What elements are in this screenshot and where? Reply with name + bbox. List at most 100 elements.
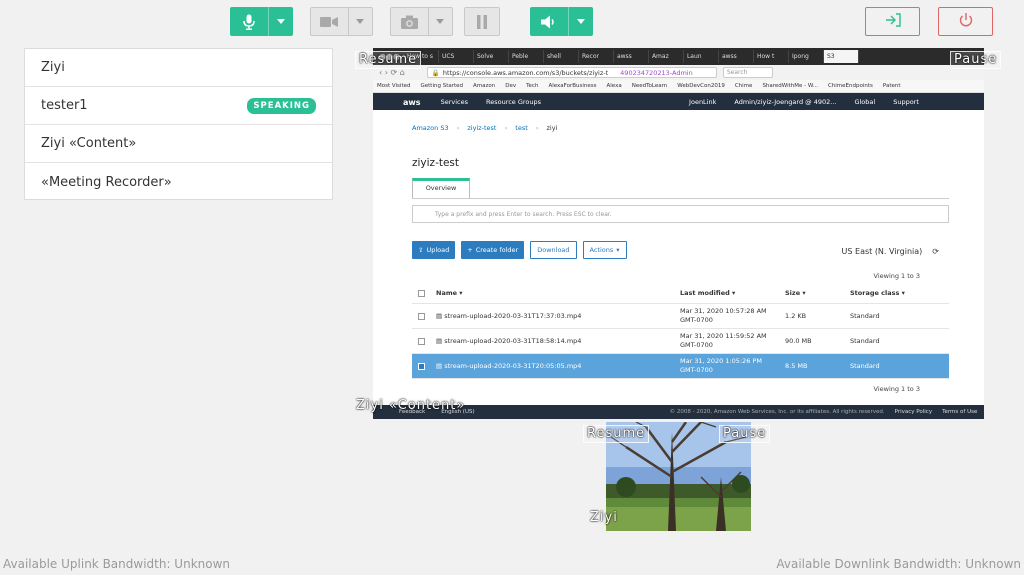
bookmark: AlexaForBusiness bbox=[548, 83, 597, 89]
speaker-options-dropdown[interactable] bbox=[568, 7, 593, 36]
pause-button[interactable] bbox=[464, 7, 500, 36]
exit-button[interactable] bbox=[865, 7, 920, 36]
share-options-dropdown[interactable] bbox=[427, 8, 452, 35]
attendee-name: tester1 bbox=[41, 98, 88, 113]
table-row: ▤ stream-upload-2020-03-31T17:37:03.mp4 … bbox=[412, 304, 949, 329]
row-checkbox bbox=[418, 312, 425, 320]
camera-icon bbox=[391, 8, 428, 35]
browser-tab: Peble bbox=[509, 50, 544, 63]
content-share-video: ●●● How to s UCS Solve Peble shell Recor… bbox=[373, 48, 984, 419]
browser-tab: Recor bbox=[579, 50, 614, 63]
chevron-down-icon bbox=[356, 19, 365, 24]
action-buttons: ⇪ Upload + Create folder Download Actions ▾ bbox=[412, 241, 633, 259]
mute-button[interactable] bbox=[230, 7, 293, 36]
viewing-count-bottom: Viewing 1 to 3 bbox=[873, 385, 920, 393]
file-modified: Mar 31, 2020 11:59:52 AM GMT-0700 bbox=[680, 332, 767, 349]
bookmark: ChimeEndpoints bbox=[827, 83, 873, 89]
bookmark: WebDevCon2019 bbox=[677, 83, 725, 89]
bookmark: Alexa bbox=[606, 83, 622, 89]
file-icon: ▤ bbox=[436, 362, 443, 370]
roster-item: «Meeting Recorder» bbox=[25, 163, 332, 201]
browser-tab: awss bbox=[614, 50, 649, 63]
browser-tab: Ipong bbox=[789, 50, 824, 63]
bookmark: Getting Started bbox=[420, 83, 464, 89]
content-pause-button[interactable]: Pause bbox=[950, 51, 1002, 69]
breadcrumb-item: ziyiz-test bbox=[467, 124, 497, 132]
roster-item: Ziyi bbox=[25, 49, 332, 87]
exit-icon bbox=[884, 12, 902, 31]
camera-button[interactable] bbox=[310, 7, 373, 36]
download-button: Download bbox=[530, 241, 577, 259]
bookmark: Tech bbox=[526, 83, 539, 89]
bookmark: Patent bbox=[882, 83, 901, 89]
bookmark: SharedWithMe - W... bbox=[762, 83, 818, 89]
file-size: 90.0 MB bbox=[785, 337, 812, 345]
chevron-down-icon bbox=[436, 19, 445, 24]
table-header: Name ▾ Last modified ▾ Size ▾ Storage cl… bbox=[412, 283, 949, 304]
table-row: ▤ stream-upload-2020-03-31T18:58:14.mp4 … bbox=[412, 329, 949, 354]
downlink-bandwidth: Available Downlink Bandwidth: Unknown bbox=[776, 557, 1021, 571]
account-text: 490234720213-Admin bbox=[620, 68, 693, 77]
end-meeting-button[interactable] bbox=[938, 7, 993, 36]
browser-url-bar: ‹ › ⟳ ⌂ 🔒 https://console.aws.amazon.com… bbox=[373, 65, 984, 80]
row-checkbox bbox=[418, 337, 425, 345]
resource-groups-menu: Resource Groups bbox=[485, 98, 542, 106]
create-folder-button: + Create folder bbox=[461, 241, 525, 259]
file-size: 8.5 MB bbox=[785, 362, 808, 370]
breadcrumb: Amazon S3 › ziyiz-test › test › ziyi bbox=[412, 124, 558, 132]
video-resume-button[interactable]: Resume bbox=[583, 425, 650, 443]
url-text: https://console.aws.amazon.com/s3/bucket… bbox=[442, 68, 609, 77]
copyright-text: © 2008 - 2020, Amazon Web Services, Inc.… bbox=[669, 409, 885, 415]
file-storage-class: Standard bbox=[850, 362, 880, 370]
url-box: 🔒 https://console.aws.amazon.com/s3/buck… bbox=[426, 67, 717, 78]
user-menu: JoenLink bbox=[689, 98, 717, 106]
camera-options-dropdown[interactable] bbox=[347, 8, 372, 35]
bookmark: Most Visited bbox=[377, 83, 411, 89]
file-storage-class: Standard bbox=[850, 337, 880, 345]
screen-share-button[interactable] bbox=[390, 7, 453, 36]
browser-tab: How t bbox=[754, 50, 789, 63]
column-storage-class: Storage class ▾ bbox=[850, 289, 905, 297]
upload-button: ⇪ Upload bbox=[412, 241, 456, 259]
table-row-selected: ▤ stream-upload-2020-03-31T20:05:05.mp4 … bbox=[412, 354, 949, 379]
bookmark: Amazon bbox=[473, 83, 496, 89]
viewing-count: Viewing 1 to 3 bbox=[873, 272, 920, 280]
attendee-name: «Meeting Recorder» bbox=[41, 174, 172, 190]
video-tile-label: Ziyi bbox=[590, 510, 618, 525]
file-name: ▤ stream-upload-2020-03-31T20:05:05.mp4 bbox=[436, 362, 582, 370]
browser-tab: awss bbox=[719, 50, 754, 63]
browser-tab-strip: ●●● How to s UCS Solve Peble shell Recor… bbox=[373, 48, 984, 65]
roster-panel: Ziyi tester1 SPEAKING Ziyi «Content» «Me… bbox=[24, 48, 333, 200]
attendee-name: Ziyi bbox=[41, 60, 65, 75]
column-last-modified: Last modified ▾ bbox=[680, 288, 736, 297]
video-pause-button[interactable]: Pause bbox=[719, 425, 771, 443]
chevron-down-icon bbox=[277, 19, 286, 24]
bucket-title: ziyiz-test bbox=[412, 157, 460, 169]
browser-tab-active: S3 bbox=[823, 50, 859, 63]
browser-tab: Amaz bbox=[649, 50, 684, 63]
region-label: US East (N. Virginia) ⟳ bbox=[841, 247, 939, 256]
power-icon bbox=[958, 12, 974, 32]
divider bbox=[412, 198, 949, 199]
mic-options-dropdown[interactable] bbox=[268, 7, 293, 36]
browser-tab: shell bbox=[544, 50, 579, 63]
region-menu: Global bbox=[854, 98, 876, 106]
bookmark: Dev bbox=[505, 83, 517, 89]
actions-dropdown: Actions ▾ bbox=[582, 241, 627, 259]
content-resume-button[interactable]: Resume bbox=[355, 51, 422, 69]
breadcrumb-item: test bbox=[515, 124, 528, 132]
content-tile-label: Ziyi «Content» bbox=[356, 398, 466, 413]
refresh-icon: ⟳ bbox=[932, 247, 939, 256]
bookmark: Chime bbox=[734, 83, 753, 89]
speaking-badge: SPEAKING bbox=[247, 97, 316, 114]
select-all-checkbox bbox=[418, 289, 425, 297]
file-modified: Mar 31, 2020 10:57:28 AM GMT-0700 bbox=[680, 307, 767, 324]
breadcrumb-item: ziyi bbox=[546, 124, 558, 132]
column-size: Size ▾ bbox=[785, 289, 806, 297]
attendee-name: Ziyi «Content» bbox=[41, 136, 137, 151]
browser-tab: Laun bbox=[684, 50, 719, 63]
breadcrumb-item: Amazon S3 bbox=[412, 124, 449, 132]
row-checkbox-checked bbox=[418, 362, 425, 370]
speaker-icon bbox=[530, 7, 568, 36]
speaker-button[interactable] bbox=[530, 7, 593, 36]
